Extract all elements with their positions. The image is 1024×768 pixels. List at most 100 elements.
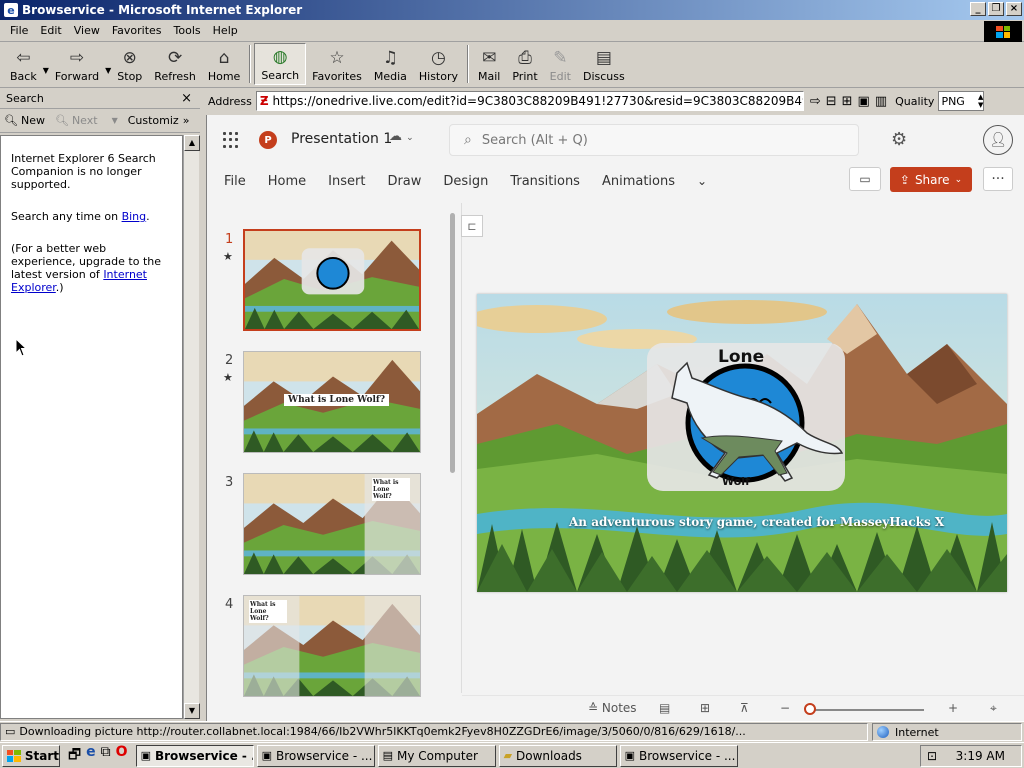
- clipboard-icon[interactable]: ▥: [875, 94, 887, 109]
- mail-button[interactable]: ✉ Mail: [472, 43, 506, 85]
- next-dropdown-icon[interactable]: ▼: [112, 116, 118, 125]
- page-icon: Ƶ: [259, 94, 269, 108]
- account-avatar-icon[interactable]: 👤︎: [983, 125, 1013, 155]
- scroll-down-button[interactable]: ▼: [184, 703, 200, 719]
- main-slide-canvas[interactable]: Lone Wolf An adventurous story game, cre…: [477, 294, 1007, 592]
- tab-design[interactable]: Design: [443, 174, 488, 189]
- thumbnail-scrollbar[interactable]: [450, 213, 455, 473]
- edit-button[interactable]: ✎ Edit: [544, 43, 577, 85]
- quick-launch: 🗗︎ e ⧉ O: [68, 744, 128, 768]
- notes-button[interactable]: ≙ Notes: [588, 701, 637, 715]
- document-title[interactable]: Presentation 1: [291, 131, 392, 147]
- address-input[interactable]: Ƶ https://onedrive.live.com/edit?id=9C38…: [255, 91, 804, 111]
- normal-view-icon[interactable]: ▤: [659, 701, 670, 715]
- share-button[interactable]: ⇪ Share ⌄: [890, 167, 972, 192]
- menu-view[interactable]: View: [68, 24, 106, 37]
- close-button[interactable]: ×: [1006, 2, 1022, 16]
- mouse-cursor-icon: [15, 338, 28, 357]
- search-next-button[interactable]: 🔍︎ Next ▼: [55, 114, 118, 127]
- slide-thumbnail-3[interactable]: What is Lone Wolf?: [243, 473, 421, 575]
- slide2-title-label: What is Lone Wolf?: [284, 394, 390, 406]
- network-icon[interactable]: ⧉: [101, 744, 111, 768]
- scroll-up-button[interactable]: ▲: [184, 135, 200, 151]
- history-button[interactable]: ◷ History: [413, 43, 464, 85]
- magnifier-next-icon: 🔍︎: [54, 114, 69, 127]
- tab-file[interactable]: File: [224, 174, 246, 189]
- menu-edit[interactable]: Edit: [34, 24, 67, 37]
- ie-quicklaunch-icon[interactable]: e: [86, 744, 96, 768]
- restore-button[interactable]: ❐: [988, 2, 1004, 16]
- search-pane-scrollbar[interactable]: ▲ ▼: [183, 135, 200, 719]
- address-label: Address: [208, 94, 252, 108]
- start-button[interactable]: Start: [2, 744, 60, 767]
- animation-star-icon: ★: [223, 250, 233, 263]
- window-title: Browservice - Microsoft Internet Explore…: [22, 3, 303, 17]
- app-launcher-icon[interactable]: [223, 132, 239, 148]
- opera-icon[interactable]: O: [116, 744, 128, 768]
- search-button[interactable]: ◍ Search: [254, 43, 307, 85]
- settings-gear-icon[interactable]: ⚙: [891, 129, 907, 150]
- ppt-search-box[interactable]: ⌕ Search (Alt + Q): [449, 124, 859, 156]
- menu-help[interactable]: Help: [207, 24, 244, 37]
- open-icon[interactable]: ▣: [858, 94, 870, 109]
- ribbon-more-chevron-icon[interactable]: ⌄: [697, 174, 707, 188]
- slide-thumbnail-4[interactable]: What is Lone Wolf?: [243, 595, 421, 697]
- bookmark-icon[interactable]: ⊟: [826, 94, 837, 109]
- network-tray-icon[interactable]: ⊡: [927, 749, 937, 763]
- show-desktop-icon[interactable]: 🗗︎: [68, 744, 81, 768]
- slide-sorter-icon[interactable]: ⊞: [700, 701, 710, 715]
- ie-icon: e: [4, 3, 18, 17]
- find-icon[interactable]: ⊞: [842, 94, 853, 109]
- home-button[interactable]: ⌂ Home: [202, 43, 246, 85]
- menu-file[interactable]: File: [4, 24, 34, 37]
- tab-home[interactable]: Home: [268, 174, 306, 189]
- chevron-right-icon[interactable]: »: [183, 114, 190, 127]
- refresh-button[interactable]: ⟳ Refresh: [148, 43, 202, 85]
- print-button[interactable]: ⎙ Print: [506, 43, 543, 85]
- menu-tools[interactable]: Tools: [168, 24, 207, 37]
- discuss-button[interactable]: ▤ Discuss: [577, 43, 631, 85]
- clock[interactable]: 3:19 AM: [956, 749, 1005, 763]
- reading-view-icon[interactable]: ⊼: [740, 701, 749, 715]
- favorites-folder-icon: ☆: [329, 48, 345, 68]
- home-icon: ⌂: [218, 48, 230, 68]
- taskbar: Start 🗗︎ e ⧉ O ▣Browservice - ... ▣Brows…: [0, 742, 1024, 768]
- taskbar-item-browservice-2[interactable]: ▣ Browservice - ...: [256, 744, 375, 767]
- go-arrow-icon[interactable]: ⇨: [810, 94, 821, 109]
- ie-window-icon: ▣: [140, 749, 151, 762]
- folder-icon: ▰: [503, 749, 513, 762]
- taskbar-item-browservice-3[interactable]: ▣ Browservice - ...: [619, 744, 738, 767]
- tab-insert[interactable]: Insert: [328, 174, 365, 189]
- search-new-button[interactable]: 🔍︎ New: [4, 114, 45, 127]
- media-button[interactable]: ♫ Media: [368, 43, 413, 85]
- taskbar-item-browservice-1[interactable]: ▣Browservice - ...: [135, 744, 254, 767]
- taskbar-item-downloads[interactable]: ▰ Downloads: [498, 744, 617, 767]
- tab-draw[interactable]: Draw: [387, 174, 421, 189]
- stop-button[interactable]: ⊗ Stop: [111, 43, 148, 85]
- slide-thumbnail-2[interactable]: What is Lone Wolf?: [243, 351, 421, 453]
- collapse-pane-button[interactable]: ⊏: [461, 215, 483, 237]
- fit-to-window-icon[interactable]: ⌖: [990, 701, 997, 716]
- menu-favorites[interactable]: Favorites: [106, 24, 168, 37]
- favorites-button[interactable]: ☆ Favorites: [306, 43, 368, 85]
- quality-select[interactable]: PNG ▲ ▼: [938, 91, 985, 111]
- zoom-in-icon[interactable]: +: [948, 701, 958, 715]
- ie-window-icon: ▣: [624, 749, 635, 762]
- spinner-icon[interactable]: ▲ ▼: [978, 93, 983, 109]
- zoom-slider-handle[interactable]: [804, 703, 816, 715]
- search-customize-button[interactable]: Customiz»: [128, 114, 190, 127]
- minimize-button[interactable]: _: [970, 2, 986, 16]
- tab-transitions[interactable]: Transitions: [510, 174, 580, 189]
- more-options-button[interactable]: ···: [983, 167, 1013, 191]
- cloud-save-icon[interactable]: ☁ ⌄: [389, 129, 414, 144]
- comments-button[interactable]: ▭: [849, 167, 881, 191]
- bing-link[interactable]: Bing: [122, 210, 147, 223]
- forward-button[interactable]: ⇨ Forward: [49, 43, 105, 85]
- search-pane-close-icon[interactable]: ×: [181, 91, 192, 106]
- back-button[interactable]: ⇦ Back: [4, 43, 43, 85]
- zoom-slider-track[interactable]: [810, 709, 924, 711]
- tab-animations[interactable]: Animations: [602, 174, 675, 189]
- zoom-out-icon[interactable]: −: [780, 701, 790, 715]
- slide-thumbnail-1[interactable]: [243, 229, 421, 331]
- taskbar-item-my-computer[interactable]: ▤ My Computer: [377, 744, 496, 767]
